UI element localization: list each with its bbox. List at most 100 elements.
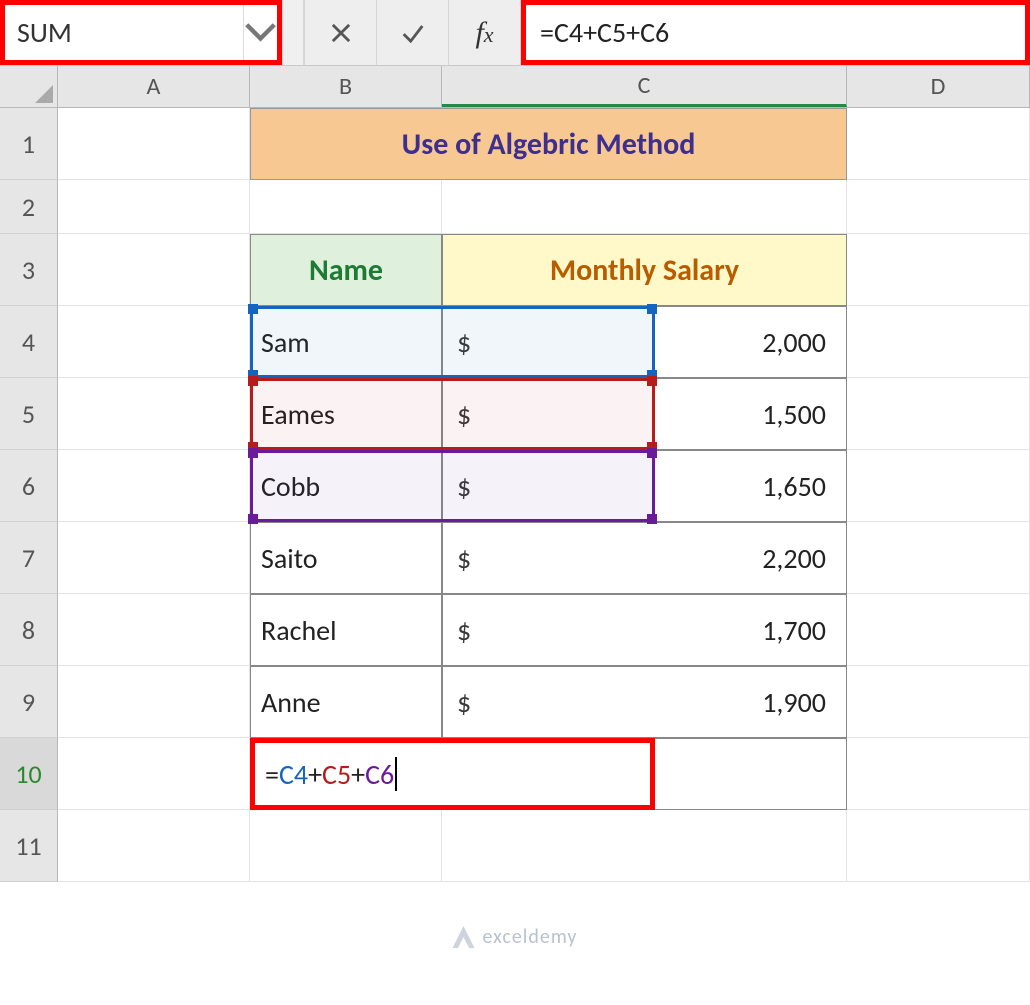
watermark-logo-icon — [453, 926, 475, 948]
cell-a6[interactable] — [58, 450, 250, 522]
row-header-2[interactable]: 2 — [0, 180, 58, 234]
watermark: exceldemy — [453, 925, 578, 949]
row-header-10[interactable]: 10 — [0, 738, 58, 810]
cell-d8[interactable] — [847, 594, 1030, 666]
cell-a4[interactable] — [58, 306, 250, 378]
row-1: Use of Algebric Method — [58, 108, 1030, 180]
currency-symbol: $ — [457, 325, 471, 360]
cell-d1[interactable] — [847, 108, 1030, 180]
row-9: Anne $1,900 — [58, 666, 1030, 738]
cell-a3[interactable] — [58, 234, 250, 306]
cell-a11[interactable] — [58, 810, 250, 882]
x-icon — [327, 19, 355, 47]
check-icon — [399, 19, 427, 47]
grid: 1 2 3 4 5 6 7 8 9 10 11 Use of Algebric … — [0, 108, 1030, 882]
formula-ref-c4: C4 — [279, 757, 308, 792]
editing-cell-c10[interactable]: =C4+C5+C6 — [250, 738, 655, 810]
currency-symbol: $ — [457, 613, 471, 648]
currency-symbol: $ — [457, 685, 471, 720]
currency-symbol: $ — [457, 541, 471, 576]
row-header-4[interactable]: 4 — [0, 306, 58, 378]
cells-area: Use of Algebric Method Name Monthly Sala… — [58, 108, 1030, 882]
salary-value: 1,900 — [453, 685, 836, 720]
header-salary[interactable]: Monthly Salary — [442, 234, 847, 306]
select-all-triangle[interactable] — [0, 66, 58, 107]
cell-d7[interactable] — [847, 522, 1030, 594]
cell-d11[interactable] — [847, 810, 1030, 882]
formula-plus-2: + — [351, 757, 365, 792]
cell-salary-0[interactable]: $2,000 — [442, 306, 847, 378]
cell-name-2[interactable]: Cobb — [250, 450, 442, 522]
divider — [282, 0, 304, 65]
cell-salary-1[interactable]: $1,500 — [442, 378, 847, 450]
salary-value: 1,650 — [453, 469, 836, 504]
row-header-3[interactable]: 3 — [0, 234, 58, 306]
cell-c11[interactable] — [442, 810, 847, 882]
salary-value: 2,200 — [453, 541, 836, 576]
cell-d10[interactable] — [847, 738, 1030, 810]
cell-a8[interactable] — [58, 594, 250, 666]
formula-bar: SUM fx =C4+C5+C6 — [0, 0, 1030, 66]
cell-b11[interactable] — [250, 810, 442, 882]
cell-a10[interactable] — [58, 738, 250, 810]
column-header-b[interactable]: B — [250, 66, 442, 107]
formula-bar-buttons: fx — [304, 0, 521, 65]
cell-a7[interactable] — [58, 522, 250, 594]
row-6: Cobb $1,650 — [58, 450, 1030, 522]
row-header-7[interactable]: 7 — [0, 522, 58, 594]
cell-b2[interactable] — [250, 180, 442, 234]
insert-function-button[interactable]: fx — [448, 0, 520, 65]
row-header-9[interactable]: 9 — [0, 666, 58, 738]
column-header-c[interactable]: C — [442, 66, 847, 107]
row-headers: 1 2 3 4 5 6 7 8 9 10 11 — [0, 108, 58, 882]
name-box-highlight: SUM — [0, 0, 282, 65]
formula-ref-c5: C5 — [322, 757, 351, 792]
row-header-8[interactable]: 8 — [0, 594, 58, 666]
row-header-5[interactable]: 5 — [0, 378, 58, 450]
cell-salary-2[interactable]: $1,650 — [442, 450, 847, 522]
cell-a5[interactable] — [58, 378, 250, 450]
cell-name-5[interactable]: Anne — [250, 666, 442, 738]
formula-plus-1: + — [308, 757, 322, 792]
cell-name-1[interactable]: Eames — [250, 378, 442, 450]
row-header-6[interactable]: 6 — [0, 450, 58, 522]
cell-a9[interactable] — [58, 666, 250, 738]
row-header-1[interactable]: 1 — [0, 108, 58, 180]
cell-a1[interactable] — [58, 108, 250, 180]
cell-salary-4[interactable]: $1,700 — [442, 594, 847, 666]
enter-button[interactable] — [376, 0, 448, 65]
cell-d9[interactable] — [847, 666, 1030, 738]
text-cursor — [395, 757, 397, 791]
row-header-11[interactable]: 11 — [0, 810, 58, 882]
cell-name-0[interactable]: Sam — [250, 306, 442, 378]
column-header-d[interactable]: D — [847, 66, 1030, 107]
row-11 — [58, 810, 1030, 882]
cell-d3[interactable] — [847, 234, 1030, 306]
cell-name-4[interactable]: Rachel — [250, 594, 442, 666]
cell-name-3[interactable]: Saito — [250, 522, 442, 594]
cell-d4[interactable] — [847, 306, 1030, 378]
watermark-text: exceldemy — [483, 925, 578, 949]
row-4: Sam $2,000 — [58, 306, 1030, 378]
formula-ref-c6: C6 — [365, 757, 394, 792]
formula-input[interactable]: =C4+C5+C6 — [540, 15, 669, 50]
salary-value: 1,500 — [453, 397, 836, 432]
cell-d5[interactable] — [847, 378, 1030, 450]
row-8: Rachel $1,700 — [58, 594, 1030, 666]
cell-salary-5[interactable]: $1,900 — [442, 666, 847, 738]
header-name[interactable]: Name — [250, 234, 442, 306]
currency-symbol: $ — [457, 397, 471, 432]
cell-a2[interactable] — [58, 180, 250, 234]
cancel-button[interactable] — [304, 0, 376, 65]
name-box[interactable]: SUM — [5, 5, 243, 60]
cell-c2[interactable] — [442, 180, 847, 234]
row-2 — [58, 180, 1030, 234]
cell-salary-3[interactable]: $2,200 — [442, 522, 847, 594]
name-box-dropdown[interactable] — [243, 5, 277, 60]
title-cell[interactable]: Use of Algebric Method — [250, 108, 847, 180]
cell-d6[interactable] — [847, 450, 1030, 522]
column-header-a[interactable]: A — [58, 66, 250, 107]
cell-d2[interactable] — [847, 180, 1030, 234]
row-7: Saito $2,200 — [58, 522, 1030, 594]
fx-icon: fx — [475, 16, 493, 50]
